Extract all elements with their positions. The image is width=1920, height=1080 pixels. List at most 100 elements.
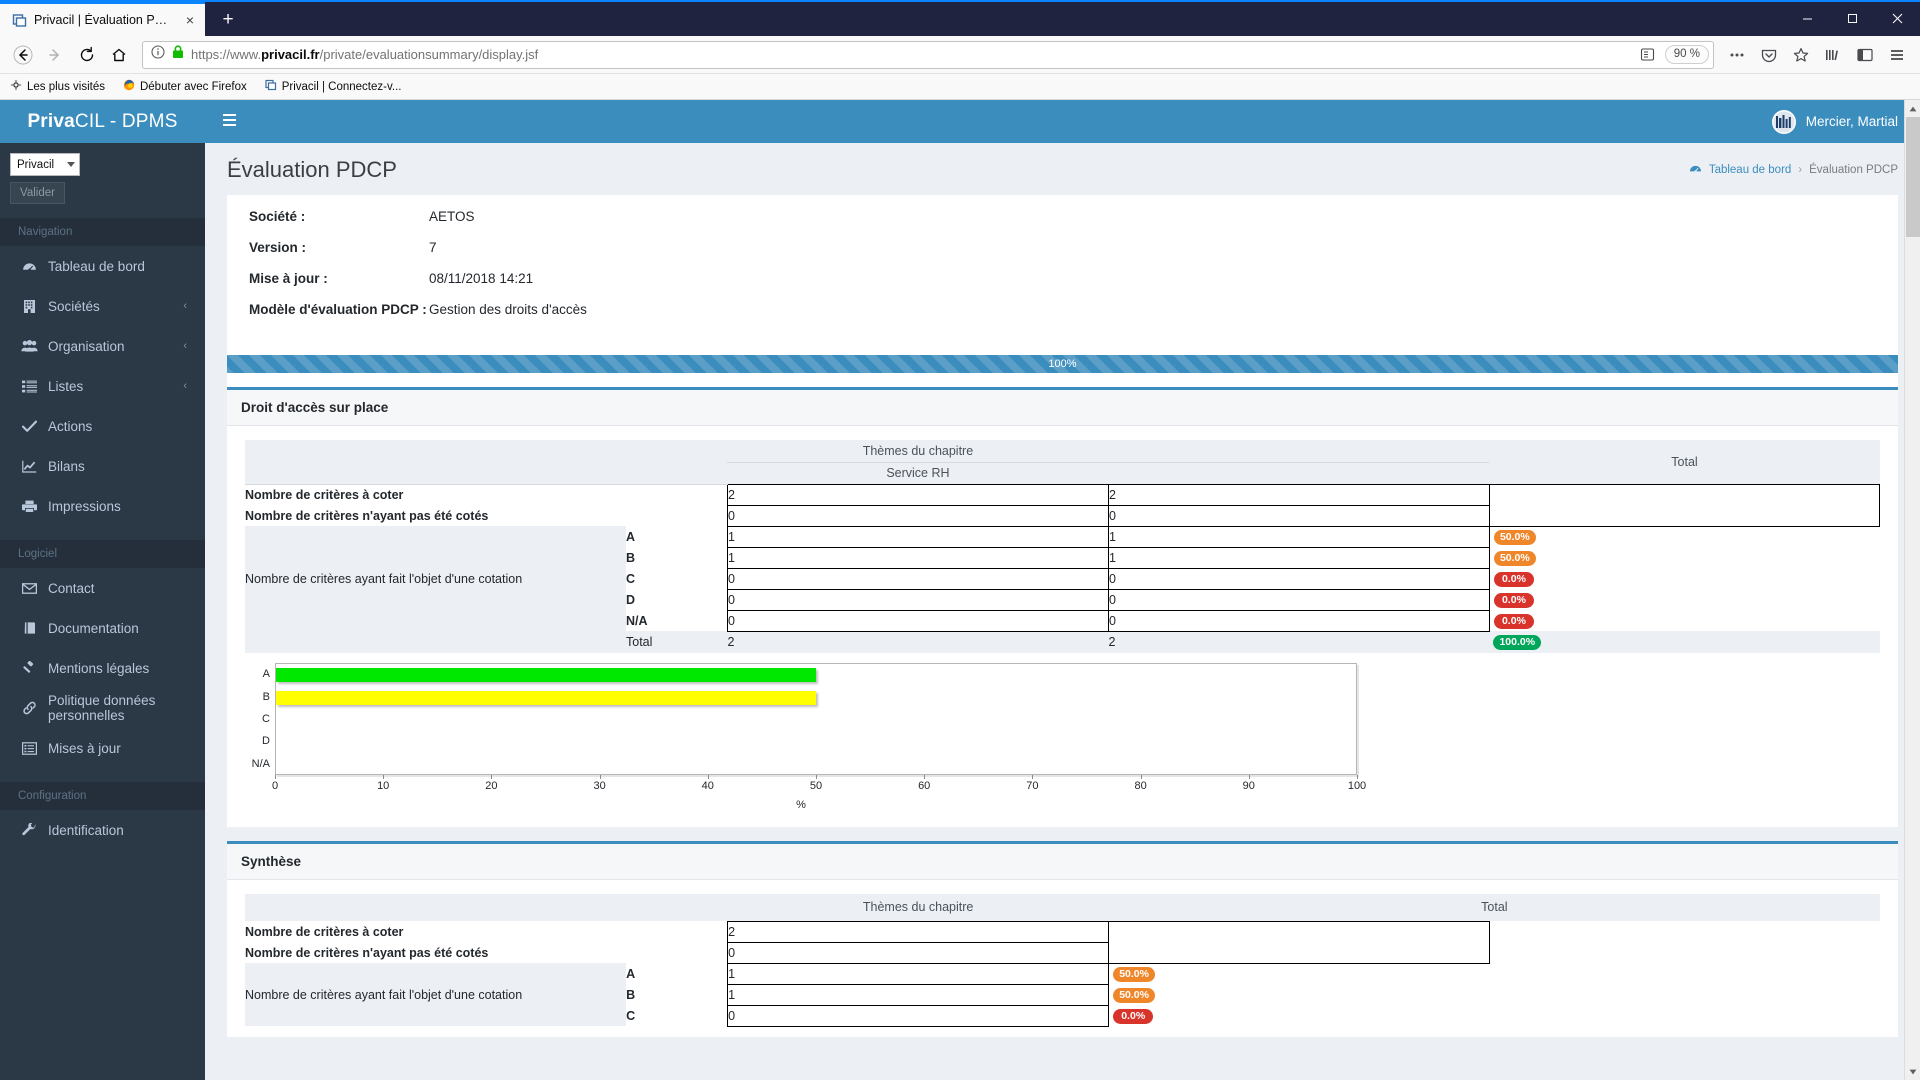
sidebar-item-label: Listes	[48, 378, 84, 394]
new-tab-button[interactable]: +	[213, 4, 243, 34]
sidebar-item-documentation[interactable]: Documentation	[0, 608, 205, 648]
zoom-level-indicator[interactable]: 90 %	[1664, 45, 1709, 64]
xtick: 10	[377, 780, 390, 792]
breadcrumb-separator: ›	[1798, 164, 1803, 176]
bookmark-star-icon[interactable]	[1786, 40, 1816, 70]
info-value: Gestion des droits d'accès	[429, 302, 587, 317]
reader-mode-icon[interactable]	[1636, 43, 1660, 67]
breadcrumb-current: Évaluation PDCP	[1809, 164, 1898, 176]
menu-toggle-icon[interactable]	[223, 113, 239, 131]
sidebar-item-label: Identification	[48, 822, 124, 838]
scrollbar-thumb[interactable]	[1905, 117, 1920, 237]
table-row: Nombre de critères à coter 2 2	[245, 483, 1881, 506]
close-icon[interactable]: ×	[181, 11, 199, 29]
cell-value: 2	[727, 920, 1110, 943]
percent-badge: 50.0%	[1113, 987, 1155, 1003]
browser-navbar: https://www.privacil.fr/private/evaluati…	[0, 36, 1920, 74]
browser-tab-title: Privacil | Évaluation PDCP	[34, 13, 174, 27]
info-key: Mise à jour :	[249, 271, 328, 286]
xtick: 0	[271, 780, 279, 792]
pocket-icon[interactable]	[1754, 40, 1784, 70]
sidebar-item-label: Mises à jour	[48, 740, 121, 756]
cell-total: 50.0%	[1109, 984, 1490, 1005]
validate-button[interactable]: Valider	[10, 182, 65, 204]
cell-service: 0	[726, 504, 1109, 527]
bookmark-item-most-visited[interactable]: Les plus visités	[10, 79, 105, 94]
sidebar-item-tableau-de-bord[interactable]: Tableau de bord	[0, 246, 205, 286]
maximize-button[interactable]	[1830, 0, 1875, 36]
reload-button[interactable]	[72, 40, 102, 70]
building-icon	[21, 299, 38, 314]
back-button[interactable]	[8, 40, 38, 70]
company-select-value: Privacil	[17, 158, 55, 171]
header-spacer-2	[1108, 462, 1490, 484]
breadcrumb-home[interactable]: Tableau de bord	[1709, 164, 1791, 176]
header-total: Total	[1489, 440, 1880, 484]
sidebar-item-impressions[interactable]: Impressions	[0, 486, 205, 526]
cell-total	[1489, 483, 1881, 505]
sidebar-item-listes[interactable]: Listes ‹	[0, 366, 205, 406]
chart-bar-row-na	[276, 754, 1356, 776]
percent-badge: 50.0%	[1493, 550, 1536, 566]
page-viewport: Priva CIL - DPMS Privacil Valider Navigat…	[0, 100, 1920, 1080]
page-scroll-area[interactable]: Société : AETOS Version : 7 Mise à jour …	[205, 195, 1920, 1080]
forward-button[interactable]	[40, 40, 70, 70]
page-info-icon[interactable]	[151, 45, 165, 64]
sidebar-section-configuration: Configuration	[0, 782, 205, 810]
panel-body: Thèmes du chapitre Total Nombre de critè…	[227, 880, 1898, 1037]
page-actions-icon[interactable]	[1722, 40, 1752, 70]
star-gear-icon	[10, 79, 22, 94]
sidebar-section-navigation: Navigation	[0, 218, 205, 246]
library-icon[interactable]	[1818, 40, 1848, 70]
home-button[interactable]	[104, 40, 134, 70]
cell-subtotal: 0	[1107, 609, 1490, 632]
percent-badge: 100.0%	[1493, 635, 1542, 650]
sidebar-item-label: Contact	[48, 580, 95, 596]
sidebar-item-bilans[interactable]: Bilans	[0, 446, 205, 486]
sidebar-item-identification[interactable]: Identification	[0, 810, 205, 850]
sidebar-item-label: Bilans	[48, 458, 85, 474]
sidebar-item-societes[interactable]: Sociétés ‹	[0, 286, 205, 326]
sidebar-item-contact[interactable]: Contact	[0, 568, 205, 608]
progress-label: 100%	[1048, 358, 1077, 370]
panel-droit-acces: Droit d'accès sur place Thèmes du chapit…	[227, 387, 1898, 827]
info-key: Version :	[249, 240, 307, 255]
chart-category-labels: A B C D N/A	[245, 663, 275, 775]
sidebar-item-actions[interactable]: Actions	[0, 406, 205, 446]
browser-tabstrip: Privacil | Évaluation PDCP × +	[0, 0, 1920, 36]
info-value: AETOS	[429, 209, 475, 224]
browser-tab[interactable]: Privacil | Évaluation PDCP ×	[0, 2, 205, 36]
sidebar-item-mentions-legales[interactable]: Mentions légales	[0, 648, 205, 688]
sidebar-item-politique-donnees-personnelles[interactable]: Politique données personnelles	[0, 688, 205, 728]
row-label: Nombre de critères n'ayant pas été cotés	[245, 508, 489, 523]
xtick: 70	[1026, 780, 1039, 792]
url-text[interactable]: https://www.privacil.fr/private/evaluati…	[191, 47, 1629, 62]
company-select[interactable]: Privacil	[10, 153, 80, 176]
app-menu-icon[interactable]	[1882, 40, 1912, 70]
window-close-button[interactable]	[1875, 0, 1920, 36]
lock-icon[interactable]	[172, 45, 184, 64]
page-scrollbar[interactable]	[1904, 100, 1920, 1080]
percent-badge: 0.0%	[1113, 1008, 1154, 1024]
app-brand[interactable]: Priva CIL - DPMS	[0, 100, 205, 143]
scroll-up-arrow[interactable]	[1905, 100, 1920, 117]
site-identity[interactable]	[151, 45, 184, 64]
bookmark-item-firefox-start[interactable]: Débuter avec Firefox	[123, 79, 247, 94]
sidebar-item-label: Politique données personnelles	[48, 693, 156, 723]
sidebar-item-organisation[interactable]: Organisation ‹	[0, 326, 205, 366]
scrollbar-track[interactable]	[1905, 117, 1920, 1063]
link-icon	[21, 701, 38, 715]
breadcrumb: Tableau de bord › Évaluation PDCP	[1689, 162, 1898, 178]
bookmark-label: Privacil | Connectez-v...	[281, 80, 402, 93]
address-bar[interactable]: https://www.privacil.fr/private/evaluati…	[142, 40, 1714, 69]
sidebar-toggle-icon[interactable]	[1850, 40, 1880, 70]
scroll-down-arrow[interactable]	[1905, 1063, 1920, 1080]
cell-spacer	[1490, 963, 1880, 984]
gavel-icon	[21, 661, 38, 675]
minimize-button[interactable]	[1785, 0, 1830, 36]
sidebar-item-mises-a-jour[interactable]: Mises à jour	[0, 728, 205, 768]
header-blank	[245, 440, 728, 485]
bookmark-item-privacil[interactable]: Privacil | Connectez-v...	[265, 79, 402, 94]
user-menu[interactable]: Mercier, Martial	[1771, 109, 1898, 134]
grade-label: D	[626, 592, 636, 607]
